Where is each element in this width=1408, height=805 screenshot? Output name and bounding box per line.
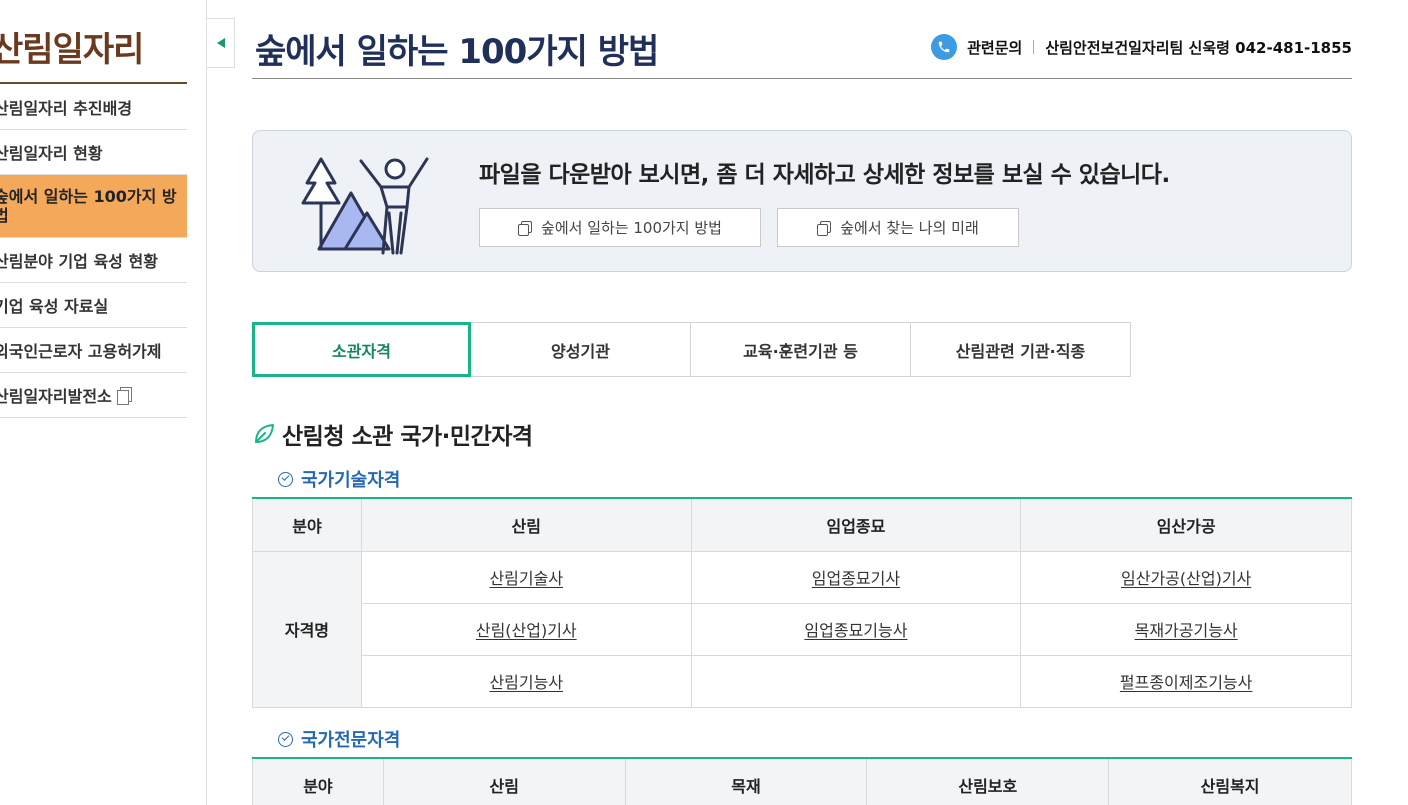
national-pro-table: 분야 산림 목재 산림보호 산림복지 bbox=[252, 757, 1352, 805]
contact-info: 관련문의 산림안전보건일자리팀 신욱령 042-481-1855 bbox=[931, 34, 1352, 60]
sidebar-item-label: 기업 육성 자료실 bbox=[0, 297, 109, 316]
table-cell: 산림기술사 bbox=[360, 550, 692, 604]
sidebar-collapse-button[interactable] bbox=[207, 18, 235, 68]
table-cell: 목재가공기능사 bbox=[1020, 602, 1352, 656]
qualification-link[interactable]: 임산가공(산업)기사 bbox=[1121, 569, 1251, 588]
sidebar-item-background[interactable]: 산림일자리 추진배경 bbox=[0, 85, 187, 130]
tab-related-organizations[interactable]: 산림관련 기관·직종 bbox=[911, 322, 1131, 377]
table-row: 자격명 산림기술사 임업종묘기사 임산가공(산업)기사 bbox=[252, 550, 1352, 708]
copy-icon bbox=[518, 220, 533, 236]
section-heading: 산림청 소관 국가·민간자격 bbox=[252, 417, 533, 451]
qualification-link[interactable]: 목재가공기능사 bbox=[1135, 621, 1238, 640]
table-cell: 산림(산업)기사 bbox=[360, 602, 692, 656]
qualification-link[interactable]: 임업종묘기사 bbox=[812, 569, 900, 588]
table-cell: 임산가공(산업)기사 bbox=[1020, 550, 1352, 604]
contact-separator bbox=[1033, 40, 1035, 54]
table-row: 산림(산업)기사 임업종묘기능사 목재가공기능사 bbox=[253, 602, 1352, 656]
chevron-left-icon bbox=[216, 38, 225, 48]
tab-training-institutions[interactable]: 양성기관 bbox=[471, 322, 691, 377]
column-header: 분야 bbox=[252, 757, 384, 805]
header-divider bbox=[252, 78, 1352, 79]
column-header: 분야 bbox=[252, 497, 362, 552]
download-button-label: 숲에서 찾는 나의 미래 bbox=[840, 219, 979, 237]
tab-bar: 소관자격 양성기관 교육·훈련기관 등 산림관련 기관·직종 bbox=[252, 322, 1131, 377]
sidebar-border bbox=[206, 0, 207, 805]
table-cell bbox=[690, 654, 1022, 708]
table-cell: 임업종묘기능사 bbox=[690, 602, 1022, 656]
qualification-link[interactable]: 임업종묘기능사 bbox=[804, 621, 907, 640]
sidebar-item-label: 산림일자리 현황 bbox=[0, 144, 103, 163]
subsection-heading: 국가전문자격 bbox=[301, 730, 401, 751]
sidebar-item-foreign-workers[interactable]: 외국인근로자 고용허가제 bbox=[0, 328, 187, 373]
tab-education-institutions[interactable]: 교육·훈련기관 등 bbox=[691, 322, 911, 377]
sidebar-item-label: 외국인근로자 고용허가제 bbox=[0, 342, 162, 361]
qualification-link[interactable]: 산림기술사 bbox=[489, 569, 563, 588]
sidebar-item-job-plant[interactable]: 산림일자리발전소 bbox=[0, 373, 187, 418]
new-window-icon bbox=[116, 387, 132, 405]
column-header: 산림보호 bbox=[866, 757, 1110, 805]
download-button-label: 숲에서 일하는 100가지 방법 bbox=[541, 219, 722, 237]
sidebar-item-status[interactable]: 산림일자리 현황 bbox=[0, 130, 187, 175]
sidebar-item-label: 산림일자리발전소 bbox=[0, 387, 112, 406]
table-cell: 임업종묘기사 bbox=[690, 550, 1022, 604]
sidebar-divider bbox=[0, 82, 187, 84]
sidebar-menu: 산림일자리 추진배경 산림일자리 현황 숲에서 일하는 100가지 방법 산림분… bbox=[0, 85, 187, 418]
sidebar-item-label: 산림분야 기업 육성 현황 bbox=[0, 252, 158, 271]
download-100-ways-button[interactable]: 숲에서 일하는 100가지 방법 bbox=[479, 208, 761, 247]
qualification-link[interactable]: 산림기능사 bbox=[489, 673, 563, 692]
section-heading-text: 산림청 소관 국가·민간자격 bbox=[282, 424, 533, 450]
column-header: 임산가공 bbox=[1020, 497, 1352, 552]
column-header: 산림복지 bbox=[1108, 757, 1352, 805]
qualification-link[interactable]: 펄프종이제조기능사 bbox=[1120, 673, 1252, 692]
sidebar-title: 산림일자리 bbox=[0, 30, 144, 70]
table-cell: 산림기능사 bbox=[360, 654, 692, 708]
national-tech-table: 분야 산림 임업종묘 임산가공 자격명 산림기술사 임업종묘기사 임산가공(산업… bbox=[252, 497, 1352, 708]
page-title: 숲에서 일하는 100가지 방법 bbox=[255, 32, 659, 72]
subsection-heading: 국가기술자격 bbox=[301, 470, 401, 491]
download-box: 파일을 다운받아 보시면, 좀 더 자세하고 상세한 정보를 보실 수 있습니다… bbox=[252, 130, 1352, 272]
sidebar-item-label: 산림일자리 추진배경 bbox=[0, 99, 133, 118]
table-header-row: 분야 산림 목재 산림보호 산림복지 bbox=[252, 757, 1352, 805]
sidebar-item-company-status[interactable]: 산림분야 기업 육성 현황 bbox=[0, 238, 187, 283]
qualification-link[interactable]: 산림(산업)기사 bbox=[476, 621, 577, 640]
tab-qualifications[interactable]: 소관자격 bbox=[252, 322, 471, 377]
sidebar-item-100-ways[interactable]: 숲에서 일하는 100가지 방법 bbox=[0, 175, 187, 238]
phone-icon bbox=[931, 34, 958, 60]
column-header: 목재 bbox=[624, 757, 868, 805]
contact-details: 산림안전보건일자리팀 신욱령 042-481-1855 bbox=[1045, 38, 1352, 57]
contact-label: 관련문의 bbox=[967, 38, 1023, 57]
column-header: 임업종묘 bbox=[690, 497, 1022, 552]
column-header: 산림 bbox=[360, 497, 692, 552]
sidebar: 산림일자리 산림일자리 추진배경 산림일자리 현황 숲에서 일하는 100가지 … bbox=[0, 0, 187, 805]
check-circle-icon bbox=[278, 731, 293, 747]
subsection-national-pro: 국가전문자격 bbox=[278, 726, 400, 752]
subsection-national-tech: 국가기술자격 bbox=[278, 466, 400, 492]
download-message: 파일을 다운받아 보시면, 좀 더 자세하고 상세한 정보를 보실 수 있습니다… bbox=[479, 162, 1170, 188]
sidebar-item-resources[interactable]: 기업 육성 자료실 bbox=[0, 283, 187, 328]
table-row: 산림기능사 펄프종이제조기능사 bbox=[253, 654, 1352, 708]
column-header: 산림 bbox=[382, 757, 626, 805]
sidebar-item-label: 숲에서 일하는 100가지 방법 bbox=[0, 187, 177, 225]
copy-icon bbox=[817, 220, 832, 236]
table-cell: 펄프종이제조기능사 bbox=[1020, 654, 1352, 708]
forest-worker-illustration bbox=[301, 157, 429, 255]
leaf-icon bbox=[255, 424, 274, 443]
download-my-future-button[interactable]: 숲에서 찾는 나의 미래 bbox=[777, 208, 1019, 247]
row-header: 자격명 bbox=[252, 550, 362, 708]
table-header-row: 분야 산림 임업종묘 임산가공 bbox=[252, 497, 1352, 552]
check-circle-icon bbox=[278, 471, 293, 487]
